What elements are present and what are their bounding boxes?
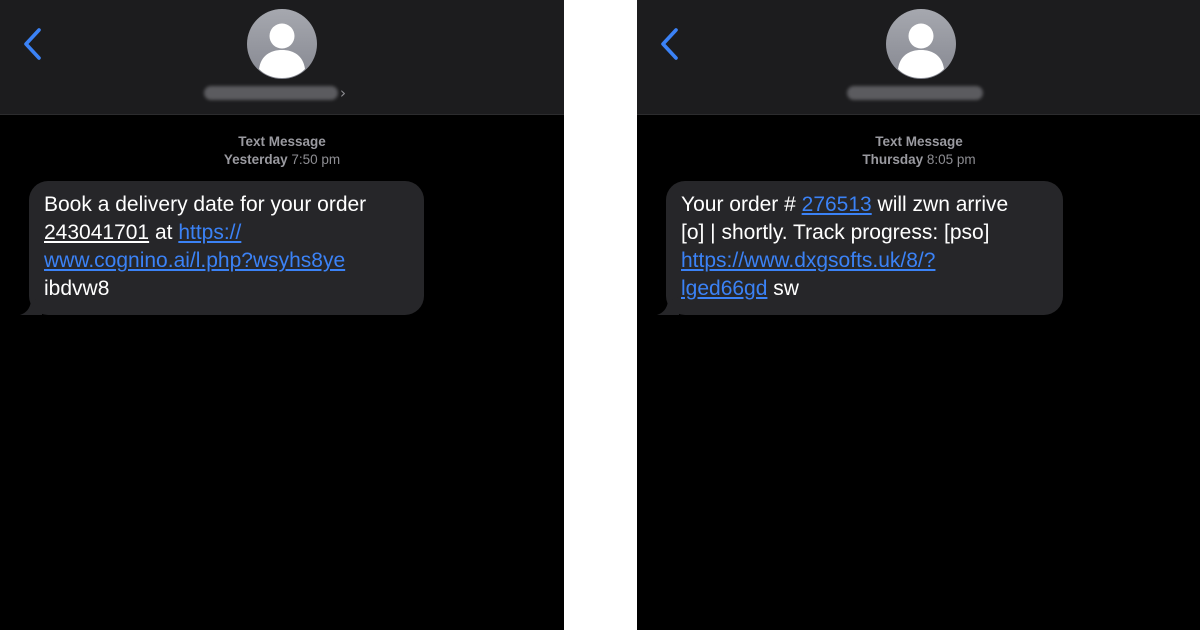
incoming-message-bubble[interactable]: Your order # 276513 will zwn arrive [o] … — [657, 181, 1063, 315]
message-line-2: [o] | shortly. Track progress: [pso] — [681, 221, 990, 244]
message-timestamp: Thursday 8:05 pm — [637, 151, 1200, 169]
contact-avatar[interactable] — [247, 9, 317, 79]
chevron-left-icon — [661, 28, 678, 60]
timestamp-time: 7:50 pm — [291, 152, 341, 167]
order-number-link[interactable]: 276513 — [802, 193, 872, 216]
bubble-tail — [657, 297, 679, 315]
message-line-3: https://www.dxgsofts.uk/8/? — [681, 247, 1043, 275]
phishing-link-part-2[interactable]: www.cognino.ai/l.php?wsyhs8ye — [44, 249, 345, 272]
message-line-1: Book a delivery date for your order — [44, 193, 367, 216]
right-phone-screenshot: Text Message Thursday 8:05 pm Your order… — [637, 0, 1200, 630]
conversation-header — [637, 0, 1200, 115]
phishing-link-part-1[interactable]: https:// — [178, 221, 241, 244]
message-line-4: ibdvw8 — [44, 277, 110, 300]
chevron-right-icon[interactable]: › — [340, 84, 346, 102]
message-service-label: Text Message — [0, 133, 564, 151]
after-number-text: will zwn arrive — [871, 193, 1009, 216]
at-text: at — [149, 221, 179, 244]
service-label: Text Message — [875, 134, 963, 149]
phishing-link-part-2[interactable]: lged66gd — [681, 277, 767, 300]
message-line-2: 243041701 at https:// — [44, 219, 404, 247]
timestamp-day: Thursday — [862, 152, 924, 167]
timestamp-day: Yesterday — [223, 152, 288, 167]
contact-name-redacted[interactable] — [204, 86, 338, 100]
message-line-3: www.cognino.ai/l.php?wsyhs8ye — [44, 247, 404, 275]
message-line-1: Your order # 276513 will zwn arrive — [681, 191, 1043, 219]
phishing-link-part-1[interactable]: https://www.dxgsofts.uk/8/? — [681, 249, 935, 272]
contact-avatar[interactable] — [886, 9, 956, 79]
message-service-label: Text Message — [637, 133, 1200, 151]
incoming-message-bubble[interactable]: Book a delivery date for your order 2430… — [20, 181, 424, 315]
message-suffix: sw — [767, 277, 799, 300]
message-timestamp: Yesterday 7:50 pm — [0, 151, 564, 169]
bubble-tail — [20, 297, 42, 315]
timestamp-time: 8:05 pm — [926, 152, 976, 167]
message-line-4: lged66gd sw — [681, 275, 1043, 303]
order-number[interactable]: 243041701 — [44, 221, 149, 244]
back-button[interactable] — [655, 26, 687, 62]
left-phone-screenshot: › Text Message Yesterday 7:50 pm Book a … — [0, 0, 564, 630]
conversation-header: › — [0, 0, 564, 115]
person-silhouette-icon — [898, 23, 944, 78]
contact-name-redacted[interactable] — [847, 86, 983, 100]
person-silhouette-icon — [259, 23, 305, 78]
back-button[interactable] — [18, 26, 50, 62]
order-prefix: Your order # — [681, 193, 802, 216]
service-label: Text Message — [238, 134, 326, 149]
chevron-left-icon — [24, 28, 41, 60]
